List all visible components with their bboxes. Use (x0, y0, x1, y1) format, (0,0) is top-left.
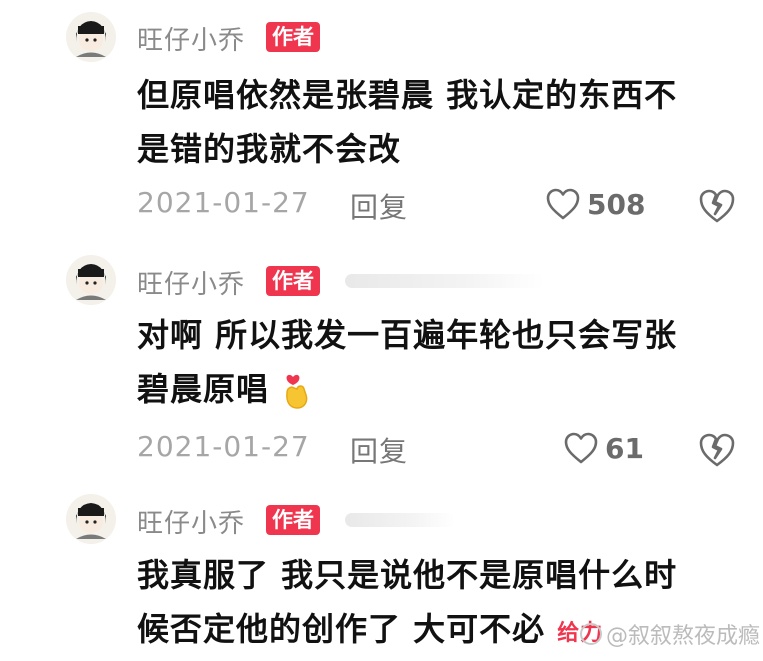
author-badge: 作者 (266, 22, 320, 52)
comment-text-line: 我真服了 我只是说他不是原唱什么时 (137, 556, 678, 594)
author-avatar[interactable] (66, 12, 116, 62)
reply-button[interactable]: 回复 (350, 430, 408, 470)
comment-text-line: 候否定他的创作了 大可不必 (137, 610, 546, 648)
weibo-logo-icon (580, 623, 602, 645)
broken-heart-icon[interactable] (697, 430, 737, 470)
heart-outline-icon (564, 432, 598, 464)
broken-heart-icon[interactable] (697, 186, 737, 226)
comment-text-line: 是错的我就不会改 (137, 130, 402, 168)
blurred-region (345, 513, 455, 527)
author-avatar[interactable] (66, 494, 116, 544)
comment-text-line: 对啊 所以我发一百遍年轮也只会写张 (137, 316, 678, 354)
author-badge: 作者 (266, 266, 320, 296)
comment-text-line: 碧晨原唱 (137, 370, 270, 408)
comment-text: 但原唱依然是张碧晨 我认定的东西不 是错的我就不会改 (137, 68, 737, 176)
blurred-region (345, 274, 545, 288)
like-count: 508 (587, 187, 646, 221)
watermark: @叙叙熬夜成瘾 (580, 618, 760, 650)
comment-text-line: 但原唱依然是张碧晨 我认定的东西不 (137, 76, 678, 114)
comment-date: 2021-01-27 (137, 430, 310, 463)
reply-button[interactable]: 回复 (350, 186, 408, 226)
author-avatar[interactable] (66, 255, 116, 305)
comment-date: 2021-01-27 (137, 186, 310, 219)
author-name[interactable]: 旺仔小乔 (137, 264, 245, 301)
author-name[interactable]: 旺仔小乔 (137, 503, 245, 540)
like-count: 61 (605, 431, 644, 465)
like-button[interactable]: 508 (545, 184, 645, 224)
finger-heart-emoji-icon (286, 374, 308, 409)
author-name[interactable]: 旺仔小乔 (137, 20, 245, 57)
heart-outline-icon (546, 188, 580, 220)
like-button[interactable]: 61 (563, 428, 644, 468)
watermark-text: @叙叙熬夜成瘾 (606, 624, 761, 649)
comment-text: 对啊 所以我发一百遍年轮也只会写张 碧晨原唱 (137, 308, 737, 416)
author-badge: 作者 (266, 505, 320, 535)
